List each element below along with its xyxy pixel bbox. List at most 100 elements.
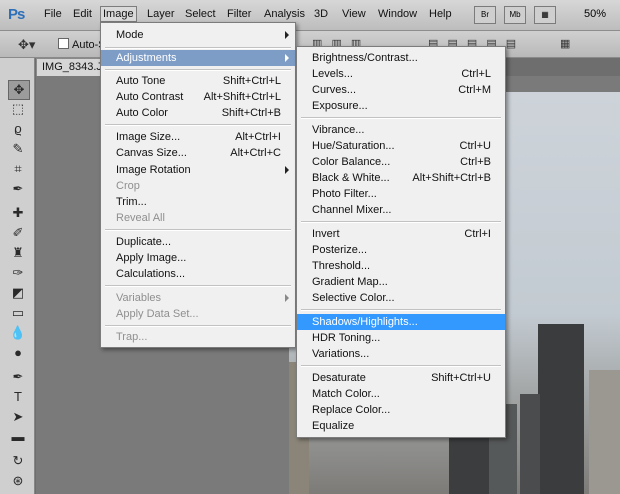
menu-view[interactable]: View [342,8,366,20]
menu-analysis[interactable]: Analysis [264,8,305,20]
building [449,437,489,494]
menu-item-curves[interactable]: Curves... Ctrl+M [297,82,505,98]
menu-item-canvas-size[interactable]: Canvas Size... Alt+Ctrl+C [101,145,295,161]
type-tool-icon[interactable]: T [8,388,28,406]
building [589,370,620,494]
menu-edit[interactable]: Edit [73,8,92,20]
path-selection-icon[interactable]: ➤ [8,408,28,426]
building [538,324,584,494]
menu-item-reveal-all: Reveal All [116,212,165,224]
menu-item-shadows-highlights[interactable]: Shadows/Highlights... [297,314,505,330]
menu-item-photo-filter[interactable]: Photo Filter... [297,186,505,202]
document-tab[interactable]: IMG_8343.JP [36,58,109,76]
menu-item-duplicate[interactable]: Duplicate... [101,234,295,250]
menu-separator [301,365,501,367]
lasso-tool-icon[interactable]: ϱ [8,120,28,138]
menu-item-match-color[interactable]: Match Color... [297,386,505,402]
menu-item-selective-color[interactable]: Selective Color... [297,290,505,306]
menu-item-exposure[interactable]: Exposure... [297,98,505,114]
auto-select-checkbox[interactable] [58,38,69,49]
zoom-level[interactable]: 50% [584,8,606,20]
menu-item-hue-saturation[interactable]: Hue/Saturation... Ctrl+U [297,138,505,154]
eraser-tool-icon[interactable]: ◩ [8,284,28,302]
3d-orbit-icon[interactable]: ⊛ [8,472,28,490]
quick-selection-icon[interactable]: ✎ [8,140,28,158]
image-menu: Mode Adjustments Auto Tone Shift+Ctrl+L A… [100,22,296,348]
clone-stamp-icon[interactable]: ♜ [8,244,28,262]
submenu-arrow-icon [285,31,289,39]
menu-item-apply-data-set: Apply Data Set... [116,308,199,320]
blur-tool-icon[interactable]: 💧 [8,324,28,342]
menu-item-black-white[interactable]: Black & White... Alt+Shift+Ctrl+B [297,170,505,186]
pen-tool-icon[interactable]: ✒ [8,368,28,386]
menu-item-variations[interactable]: Variations... [297,346,505,362]
menu-item-posterize[interactable]: Posterize... [297,242,505,258]
shape-tool-icon[interactable]: ▬ [8,428,28,446]
menu-image[interactable]: Image [100,6,137,22]
menu-item-replace-color[interactable]: Replace Color... [297,402,505,418]
menu-item-channel-mixer[interactable]: Channel Mixer... [297,202,505,218]
menu-item-hdr-toning[interactable]: HDR Toning... [297,330,505,346]
crop-tool-icon[interactable]: ⌗ [8,160,28,178]
healing-brush-icon[interactable]: ✚ [8,204,28,222]
submenu-arrow-icon [285,54,289,62]
menu-item-gradient-map[interactable]: Gradient Map... [297,274,505,290]
menu-separator [105,325,291,327]
menu-item-desaturate[interactable]: Desaturate Shift+Ctrl+U [297,370,505,386]
history-brush-icon[interactable]: ✑ [8,264,28,282]
menu-item-threshold[interactable]: Threshold... [297,258,505,274]
menu-file[interactable]: File [44,8,62,20]
menu-separator [301,309,501,311]
gradient-tool-icon[interactable]: ▭ [8,304,28,322]
adjustments-submenu: Brightness/Contrast... Levels... Ctrl+L C… [296,46,506,438]
menu-window[interactable]: Window [378,8,417,20]
menu-item-brightness-contrast[interactable]: Brightness/Contrast... [297,50,505,66]
bridge-button[interactable]: Br [474,6,496,24]
menu-item-color-balance[interactable]: Color Balance... Ctrl+B [297,154,505,170]
menu-item-crop: Crop [116,180,140,192]
building [520,394,540,494]
auto-align-icon[interactable]: ▦ [560,37,570,50]
menu-item-vibrance[interactable]: Vibrance... [297,122,505,138]
3d-rotate-icon[interactable]: ↻ [8,452,28,470]
menu-help[interactable]: Help [429,8,452,20]
menu-layer[interactable]: Layer [147,8,175,20]
menu-item-trim[interactable]: Trim... [101,194,295,210]
tools-panel: ✥ ⬚ ϱ ✎ ⌗ ✒ ✚ ✐ ♜ ✑ ◩ ▭ 💧 ● ✒ T ➤ ▬ ↻ ⊛ [0,58,35,494]
menu-item-apply-image[interactable]: Apply Image... [101,250,295,266]
menu-item-auto-color[interactable]: Auto Color Shift+Ctrl+B [101,105,295,121]
menu-item-calculations[interactable]: Calculations... [101,266,295,282]
menu-filter[interactable]: Filter [227,8,251,20]
photoshop-logo: Ps [8,6,25,23]
move-tool-preset-icon[interactable]: ✥▾ [18,37,35,53]
menu-item-levels[interactable]: Levels... Ctrl+L [297,66,505,82]
menu-item-auto-contrast[interactable]: Auto Contrast Alt+Shift+Ctrl+L [101,89,295,105]
menu-item-adjustments[interactable]: Adjustments [101,50,295,66]
menu-separator [105,124,291,126]
brush-tool-icon[interactable]: ✐ [8,224,28,242]
move-tool-icon[interactable]: ✥ [8,80,30,100]
menu-separator [301,221,501,223]
menu-separator [105,229,291,231]
dodge-tool-icon[interactable]: ● [8,344,28,362]
menu-separator [105,69,291,71]
menu-item-auto-tone[interactable]: Auto Tone Shift+Ctrl+L [101,73,295,89]
menu-item-image-size[interactable]: Image Size... Alt+Ctrl+I [101,129,295,145]
menu-item-invert[interactable]: Invert Ctrl+I [297,226,505,242]
menu-item-equalize[interactable]: Equalize [297,418,505,434]
submenu-arrow-icon [285,166,289,174]
view-extras-button[interactable]: ▦ [534,6,556,24]
menu-bar: Ps File Edit Image Layer Select Filter A… [0,0,620,31]
submenu-arrow-icon [285,294,289,302]
menu-3d[interactable]: 3D [314,8,328,20]
marquee-tool-icon[interactable]: ⬚ [8,100,28,118]
menu-item-image-rotation[interactable]: Image Rotation [101,162,295,178]
eyedropper-tool-icon[interactable]: ✒ [8,180,28,198]
menu-item-trap: Trap... [116,331,148,343]
menu-item-mode[interactable]: Mode [101,27,295,43]
mini-bridge-button[interactable]: Mb [504,6,526,24]
menu-item-variables: Variables [101,290,295,306]
menu-separator [301,117,501,119]
menu-select[interactable]: Select [185,8,216,20]
menu-separator [105,47,291,49]
